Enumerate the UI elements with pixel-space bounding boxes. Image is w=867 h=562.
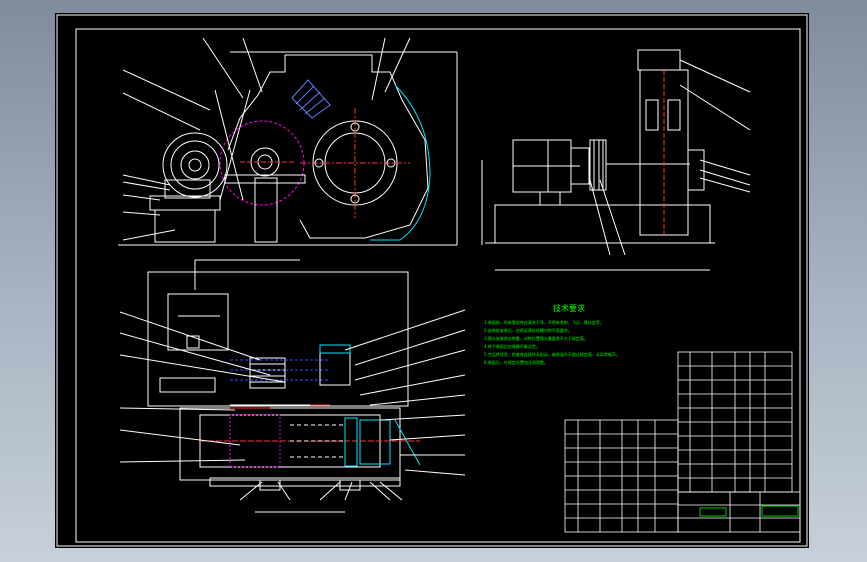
sheet-background <box>55 13 809 548</box>
cad-viewport: 技术要求 1.装配前，所有零部件应清洗干净，不得有毛刺、飞边、氧化皮等。 2.皮… <box>0 0 867 562</box>
note-line-3: 3.锤头安装前应称重，对称位置锤头重量差不大于规定值。 <box>484 335 588 341</box>
note-line-1: 1.装配前，所有零部件应清洗干净，不得有毛刺、飞边、氧化皮等。 <box>484 319 604 325</box>
note-line-2: 2.皮带轮安装后，应保证两轮轮槽对称平面重合。 <box>484 327 572 333</box>
note-line-4: 4.转子装配后应做静平衡试验。 <box>484 343 540 349</box>
note-line-6: 6.装配后，在规定位置加注润滑脂。 <box>484 359 548 365</box>
notes-title: 技术要求 <box>553 303 585 313</box>
note-line-5: 5.空运转试验，检查各连接件无松动，轴承温升不超过规定值，无异常噪声。 <box>484 351 620 357</box>
drawing-sheet: 技术要求 1.装配前，所有零部件应清洗干净，不得有毛刺、飞边、氧化皮等。 2.皮… <box>0 0 867 562</box>
